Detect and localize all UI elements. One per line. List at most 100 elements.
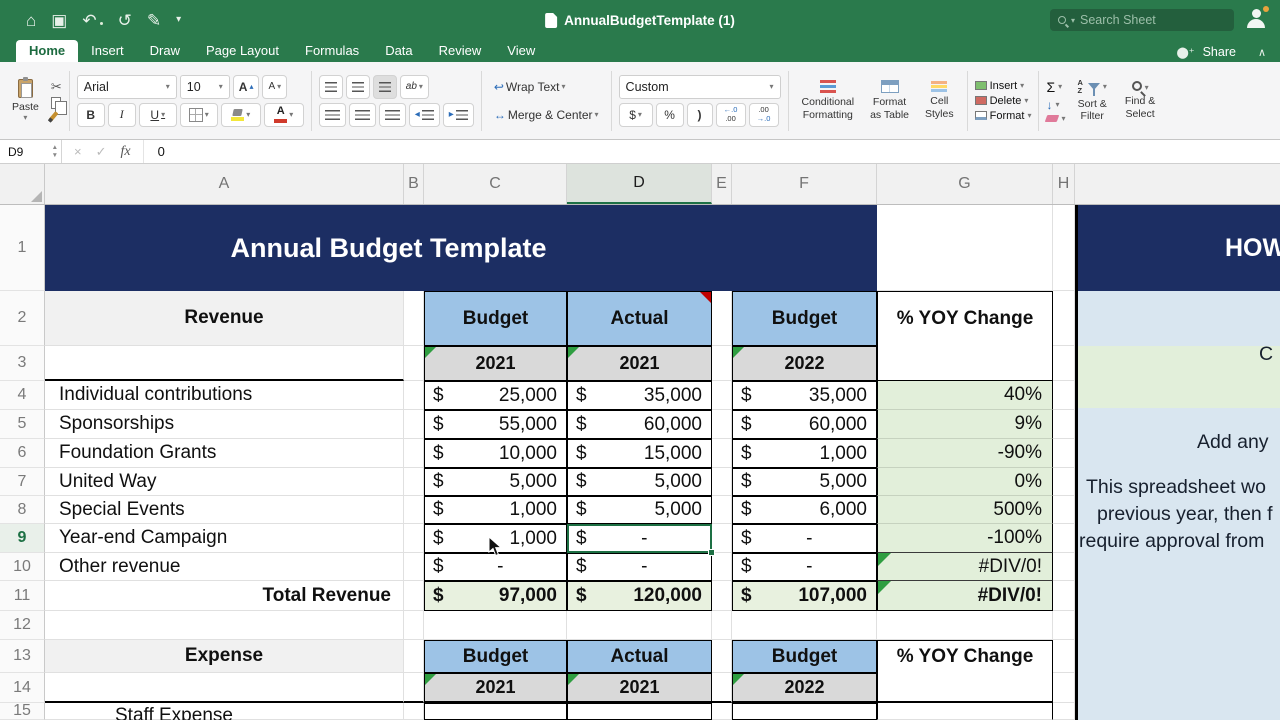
insert-function-icon[interactable]: fx <box>121 144 131 160</box>
cell-A4[interactable]: Individual contributions <box>45 381 404 410</box>
cell-C6[interactable]: $10,000 <box>424 439 567 468</box>
cell-G7[interactable]: 0% <box>877 468 1053 496</box>
col-header-B[interactable]: B <box>404 164 424 204</box>
align-bottom-button[interactable] <box>372 74 397 99</box>
save-icon[interactable]: ▣ <box>51 12 67 29</box>
cell[interactable] <box>404 703 424 720</box>
cell-expense-year-2022[interactable]: 2022 <box>732 673 877 703</box>
redo-icon[interactable]: ↺ <box>118 12 132 29</box>
copy-icon[interactable] <box>50 96 67 115</box>
col-header-F[interactable]: F <box>732 164 877 204</box>
increase-indent-button[interactable]: ▸ <box>442 102 474 127</box>
conditional-formatting-button[interactable]: Conditional Formatting <box>796 71 861 131</box>
cell-G9[interactable]: -100% <box>877 524 1053 553</box>
cell-budget-header[interactable]: Budget <box>424 291 567 346</box>
cell[interactable] <box>404 524 424 553</box>
cell-expense-yoy-header[interactable]: % YOY Change <box>877 640 1053 673</box>
cell-styles-button[interactable]: Cell Styles <box>919 71 960 131</box>
cell[interactable] <box>712 346 732 381</box>
cell-year-2022-budget[interactable]: 2022 <box>732 346 877 381</box>
cell[interactable] <box>404 581 424 611</box>
decrease-decimal-button[interactable]: .00 →.0 <box>748 102 779 127</box>
col-header-E[interactable]: E <box>712 164 732 204</box>
cell[interactable] <box>712 640 732 673</box>
decrease-indent-button[interactable]: ◂ <box>408 102 440 127</box>
cell-A9[interactable]: Year-end Campaign <box>45 524 404 553</box>
col-header-H[interactable]: H <box>1053 164 1075 204</box>
home-icon[interactable]: ⌂ <box>26 12 36 29</box>
currency-format-button[interactable]: $ ▾ <box>618 102 653 127</box>
align-right-button[interactable] <box>378 102 406 127</box>
autosum-button[interactable]: Σ ▾ <box>1046 79 1065 95</box>
row-header-2[interactable]: 2 <box>0 291 45 346</box>
cell-expense-year-2021[interactable]: 2021 <box>424 673 567 703</box>
cell-F8[interactable]: $6,000 <box>732 496 877 524</box>
row-header-13[interactable]: 13 <box>0 640 45 673</box>
align-top-button[interactable] <box>318 74 343 99</box>
cell[interactable] <box>712 611 732 640</box>
cell-F6[interactable]: $1,000 <box>732 439 877 468</box>
sort-filter-button[interactable]: A Z ▾ Sort & Filter <box>1071 71 1112 131</box>
row-header-3[interactable]: 3 <box>0 346 45 381</box>
cell[interactable] <box>1053 611 1075 640</box>
cell-F4[interactable]: $35,000 <box>732 381 877 410</box>
cell-F9[interactable]: $ - <box>732 524 877 553</box>
fill-color-button[interactable]: ▾ <box>220 102 261 127</box>
cell-D10[interactable]: $ - <box>567 553 712 581</box>
format-painter-icon[interactable] <box>47 110 59 123</box>
paste-button[interactable]: Paste ▾ <box>6 71 45 131</box>
cell[interactable] <box>712 291 732 346</box>
row-header-6[interactable]: 6 <box>0 439 45 468</box>
col-header-A[interactable]: A <box>45 164 404 204</box>
cell-G10[interactable]: #DIV/0! <box>877 553 1053 581</box>
account-button[interactable] <box>1244 6 1269 31</box>
align-middle-button[interactable] <box>345 74 370 99</box>
font-name-select[interactable]: Arial ▾ <box>76 74 177 99</box>
cell[interactable] <box>404 346 424 381</box>
share-button[interactable]: Share <box>1203 45 1236 59</box>
cell[interactable] <box>45 611 404 640</box>
cell-A1-title[interactable]: Annual Budget Template <box>45 205 877 291</box>
cell-G14[interactable] <box>877 673 1053 703</box>
cell[interactable] <box>1053 381 1075 410</box>
format-as-table-button[interactable]: Format as Table <box>864 71 915 131</box>
comma-format-button[interactable]: ) <box>686 102 713 127</box>
col-header-G[interactable]: G <box>877 164 1053 204</box>
tab-formulas[interactable]: Formulas <box>292 40 372 62</box>
font-size-select[interactable]: 10 ▾ <box>179 74 230 99</box>
cell[interactable] <box>1053 640 1075 673</box>
cell-A8[interactable]: Special Events <box>45 496 404 524</box>
cell[interactable] <box>404 673 424 703</box>
cell-year-2021-budget[interactable]: 2021 <box>424 346 567 381</box>
cell-expense-budget2-header[interactable]: Budget <box>732 640 877 673</box>
cell-F11[interactable]: $107,000 <box>732 581 877 611</box>
cell[interactable] <box>877 611 1053 640</box>
decrease-font-button[interactable]: A ▾ <box>262 74 288 99</box>
cell-D5[interactable]: $60,000 <box>567 410 712 439</box>
cell-G3[interactable] <box>877 346 1053 381</box>
cell[interactable] <box>404 553 424 581</box>
cell[interactable] <box>712 524 732 553</box>
italic-button[interactable]: I <box>107 102 136 127</box>
insert-cells-button[interactable]: Insert ▾ <box>974 80 1032 92</box>
cell-C4[interactable]: $25,000 <box>424 381 567 410</box>
cell[interactable] <box>1053 581 1075 611</box>
cell[interactable] <box>404 291 424 346</box>
cell-H1[interactable] <box>1053 205 1075 291</box>
cell-budget2-header[interactable]: Budget <box>732 291 877 346</box>
row-header-1[interactable]: 1 <box>0 205 45 291</box>
row-header-15[interactable]: 15 <box>0 703 45 720</box>
percent-format-button[interactable]: % <box>655 102 684 127</box>
customize-toolbar-chevron-icon[interactable]: ▾ <box>176 15 181 25</box>
undo-button[interactable]: ↶ <box>82 12 103 29</box>
row-header-8[interactable]: 8 <box>0 496 45 524</box>
formula-bar-input[interactable]: 0 <box>144 144 165 159</box>
delete-cells-button[interactable]: Delete ▾ <box>974 95 1032 107</box>
cell[interactable] <box>712 496 732 524</box>
cell[interactable] <box>1053 703 1075 720</box>
cell-F7[interactable]: $5,000 <box>732 468 877 496</box>
row-header-9[interactable]: 9 <box>0 524 45 553</box>
cell[interactable] <box>1053 468 1075 496</box>
tab-home[interactable]: Home <box>16 40 79 62</box>
cell[interactable] <box>712 703 732 720</box>
